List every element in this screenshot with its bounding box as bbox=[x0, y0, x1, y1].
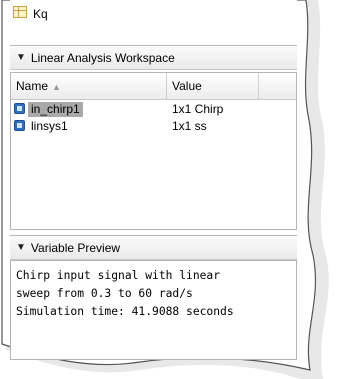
row-name: linsys1 bbox=[31, 119, 68, 133]
preview-panel-title: Variable Preview bbox=[30, 240, 121, 255]
row-name: in_chirp1 bbox=[28, 102, 83, 117]
preview-line: sweep from 0.3 to 60 rad/s bbox=[16, 287, 193, 300]
workspace-panel-header[interactable]: ▼ Linear Analysis Workspace bbox=[10, 45, 297, 70]
column-header-name[interactable]: Name ▲ bbox=[11, 73, 167, 99]
sort-ascending-icon: ▲ bbox=[52, 82, 61, 92]
preview-panel-header[interactable]: ▼ Variable Preview bbox=[10, 235, 297, 260]
workspace-table: Name ▲ Value in_chirp1 1x1 Chirp linsys1 … bbox=[10, 72, 297, 230]
collapse-triangle-icon[interactable]: ▼ bbox=[16, 52, 26, 63]
row-value: 1x1 Chirp bbox=[172, 102, 224, 116]
tree-top-strip bbox=[10, 0, 297, 32]
tree-item-kq[interactable]: Kq bbox=[33, 7, 48, 21]
table-column-header: Name ▲ Value bbox=[11, 73, 296, 100]
collapse-triangle-icon[interactable]: ▼ bbox=[16, 242, 26, 253]
preview-line: Chirp input signal with linear bbox=[16, 269, 221, 282]
row-value: 1x1 ss bbox=[172, 119, 207, 133]
variable-icon bbox=[14, 103, 25, 114]
table-icon bbox=[13, 6, 27, 18]
column-header-name-label: Name bbox=[16, 79, 49, 93]
table-row[interactable]: in_chirp1 1x1 Chirp bbox=[11, 101, 296, 118]
column-header-value-label: Value bbox=[172, 79, 202, 93]
table-row[interactable]: linsys1 1x1 ss bbox=[11, 118, 296, 135]
preview-line: Simulation time: 41.9088 seconds bbox=[16, 305, 234, 318]
variable-icon bbox=[14, 120, 25, 131]
variable-preview-text: Chirp input signal with linear sweep fro… bbox=[10, 260, 297, 360]
column-header-value[interactable]: Value bbox=[167, 73, 259, 99]
workspace-panel-title: Linear Analysis Workspace bbox=[30, 50, 175, 65]
